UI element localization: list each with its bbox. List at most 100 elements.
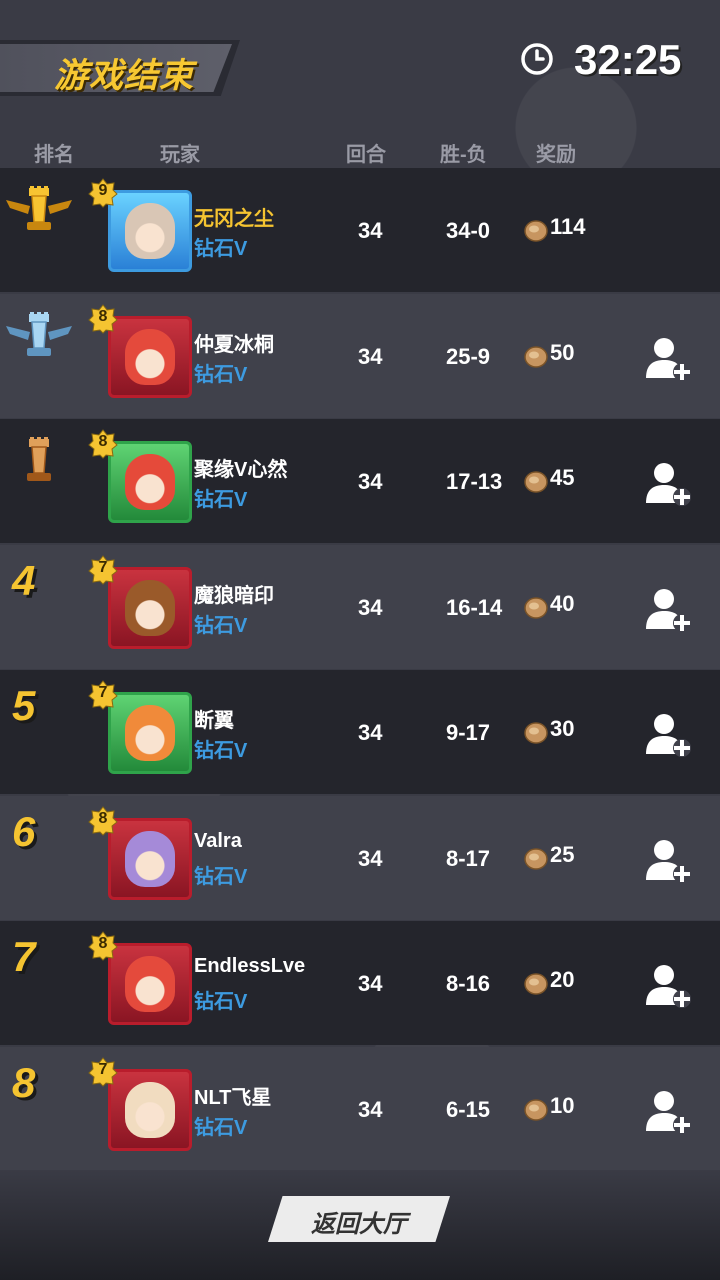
player-avatar[interactable] <box>108 315 192 398</box>
player-level: 8 <box>98 809 108 827</box>
player-tier: 钻石V <box>194 1116 248 1139</box>
rank-trophy-icon <box>6 186 72 230</box>
table-row: 4 7 魔狼暗印钻石V 34 16-14 40 <box>0 544 720 669</box>
win-loss-value: 8-16 <box>446 971 491 996</box>
table-row: 6 8 Valra 钻石V 34 8-17 25 <box>0 795 720 920</box>
column-header-win-loss: 胜-负 <box>440 144 487 166</box>
player-name: Valra <box>194 829 242 852</box>
coin-icon <box>524 345 548 368</box>
add-friend-icon[interactable] <box>644 334 692 382</box>
table-row: 7 8 EndlessLve 钻石V 34 8-16 20 <box>0 921 720 1045</box>
column-header-rounds: 回合 <box>346 144 386 166</box>
page-title: 游戏结束 <box>54 57 194 95</box>
win-loss-value: 9-17 <box>446 720 491 745</box>
add-friend-icon[interactable] <box>644 710 692 758</box>
reward-value: 50 <box>550 339 575 365</box>
rounds-value: 34 <box>358 343 383 369</box>
player-avatar[interactable] <box>108 190 192 272</box>
player-level: 7 <box>98 684 108 701</box>
add-friend-icon[interactable] <box>644 836 692 884</box>
player-name: EndlessLve <box>194 955 306 977</box>
player-tier: 钻石V <box>194 991 248 1013</box>
reward-value: 10 <box>550 1092 575 1118</box>
player-level: 7 <box>98 558 108 576</box>
player-level: 9 <box>98 182 108 199</box>
table-row: 8 7 NLT飞星 钻石V 34 6-15 10 <box>0 1046 720 1171</box>
player-level: 8 <box>98 307 108 325</box>
table-row: 9 无冈之尘钻石V 34 34-0 114 <box>0 168 720 292</box>
coin-icon <box>524 220 548 242</box>
rounds-value: 34 <box>358 1096 383 1122</box>
rank-number: 8 <box>12 1058 36 1106</box>
win-loss-value: 17-13 <box>446 469 503 494</box>
win-loss-value: 16-14 <box>446 594 503 620</box>
column-header-rank: 排名 <box>34 144 74 166</box>
avatar-portrait <box>125 328 175 385</box>
player-avatar[interactable] <box>108 566 192 649</box>
avatar-portrait <box>125 454 175 510</box>
player-tier: 钻石V <box>194 238 248 260</box>
coin-icon <box>524 596 548 619</box>
avatar-portrait <box>125 203 175 259</box>
avatar-portrait <box>125 705 175 761</box>
reward-value: 40 <box>550 590 575 616</box>
win-loss-value: 25-9 <box>446 343 491 369</box>
rounds-value: 34 <box>358 845 383 871</box>
coin-icon <box>524 973 548 995</box>
player-name: 仲夏冰桐 <box>194 333 274 356</box>
reward-value: 45 <box>550 465 575 490</box>
win-loss-value: 8-17 <box>446 845 491 871</box>
player-tier: 钻石V <box>194 865 248 888</box>
game-timer: 32:25 <box>574 36 682 83</box>
clock-icon <box>521 43 553 75</box>
coin-icon <box>524 1098 548 1121</box>
rounds-value: 34 <box>358 720 383 745</box>
player-avatar[interactable] <box>108 943 192 1025</box>
table-row: 5 7 断翼 钻石V 34 9-17 30 <box>0 670 720 794</box>
avatar-portrait <box>125 579 175 636</box>
avatar-portrait <box>125 1081 175 1138</box>
player-avatar[interactable] <box>108 1068 192 1151</box>
column-header-reward: 奖励 <box>536 144 576 166</box>
rank-number: 6 <box>12 807 36 855</box>
table-row: 8 聚缘V心然 钻石V 34 17-13 45 <box>0 419 720 543</box>
add-friend-icon[interactable] <box>644 961 692 1009</box>
rank-number: 7 <box>12 933 36 980</box>
rounds-value: 34 <box>358 218 383 243</box>
player-name: 魔狼暗印 <box>194 584 274 607</box>
add-friend-icon[interactable] <box>644 1087 692 1135</box>
rank-number: 4 <box>12 556 36 604</box>
player-tier: 钻石V <box>194 740 248 762</box>
player-tier: 钻石V <box>194 363 248 386</box>
rank-trophy-icon <box>27 437 51 481</box>
player-name: 断翼 <box>194 710 234 732</box>
reward-value: 114 <box>550 214 586 239</box>
player-avatar[interactable] <box>108 441 192 523</box>
column-header-player: 玩家 <box>160 144 200 166</box>
player-level: 8 <box>98 935 108 952</box>
return-lobby-label[interactable]: 返回大厅 <box>268 1204 450 1239</box>
player-avatar[interactable] <box>108 692 192 774</box>
avatar-portrait <box>125 830 175 887</box>
player-tier: 钻石V <box>194 489 248 511</box>
win-loss-value: 34-0 <box>446 218 491 243</box>
avatar-portrait <box>125 956 175 1012</box>
coin-icon <box>524 722 548 744</box>
add-friend-icon[interactable] <box>644 585 692 633</box>
player-name: 聚缘V心然 <box>194 459 288 481</box>
player-name: 无冈之尘 <box>194 208 274 230</box>
player-avatar[interactable] <box>108 817 192 900</box>
table-row: 8 仲夏冰桐钻石V 34 25-9 50 <box>0 293 720 418</box>
coin-icon <box>524 471 548 493</box>
player-name: NLT飞星 <box>194 1086 272 1109</box>
player-level: 8 <box>98 433 108 450</box>
rank-number: 5 <box>12 682 36 729</box>
rounds-value: 34 <box>358 594 383 620</box>
coin-icon <box>524 847 548 870</box>
player-tier: 钻石V <box>194 614 248 637</box>
win-loss-value: 6-15 <box>446 1096 491 1122</box>
reward-value: 20 <box>550 967 575 992</box>
rounds-value: 34 <box>358 971 383 996</box>
add-friend-icon[interactable] <box>644 459 692 507</box>
rank-trophy-icon <box>6 311 72 356</box>
